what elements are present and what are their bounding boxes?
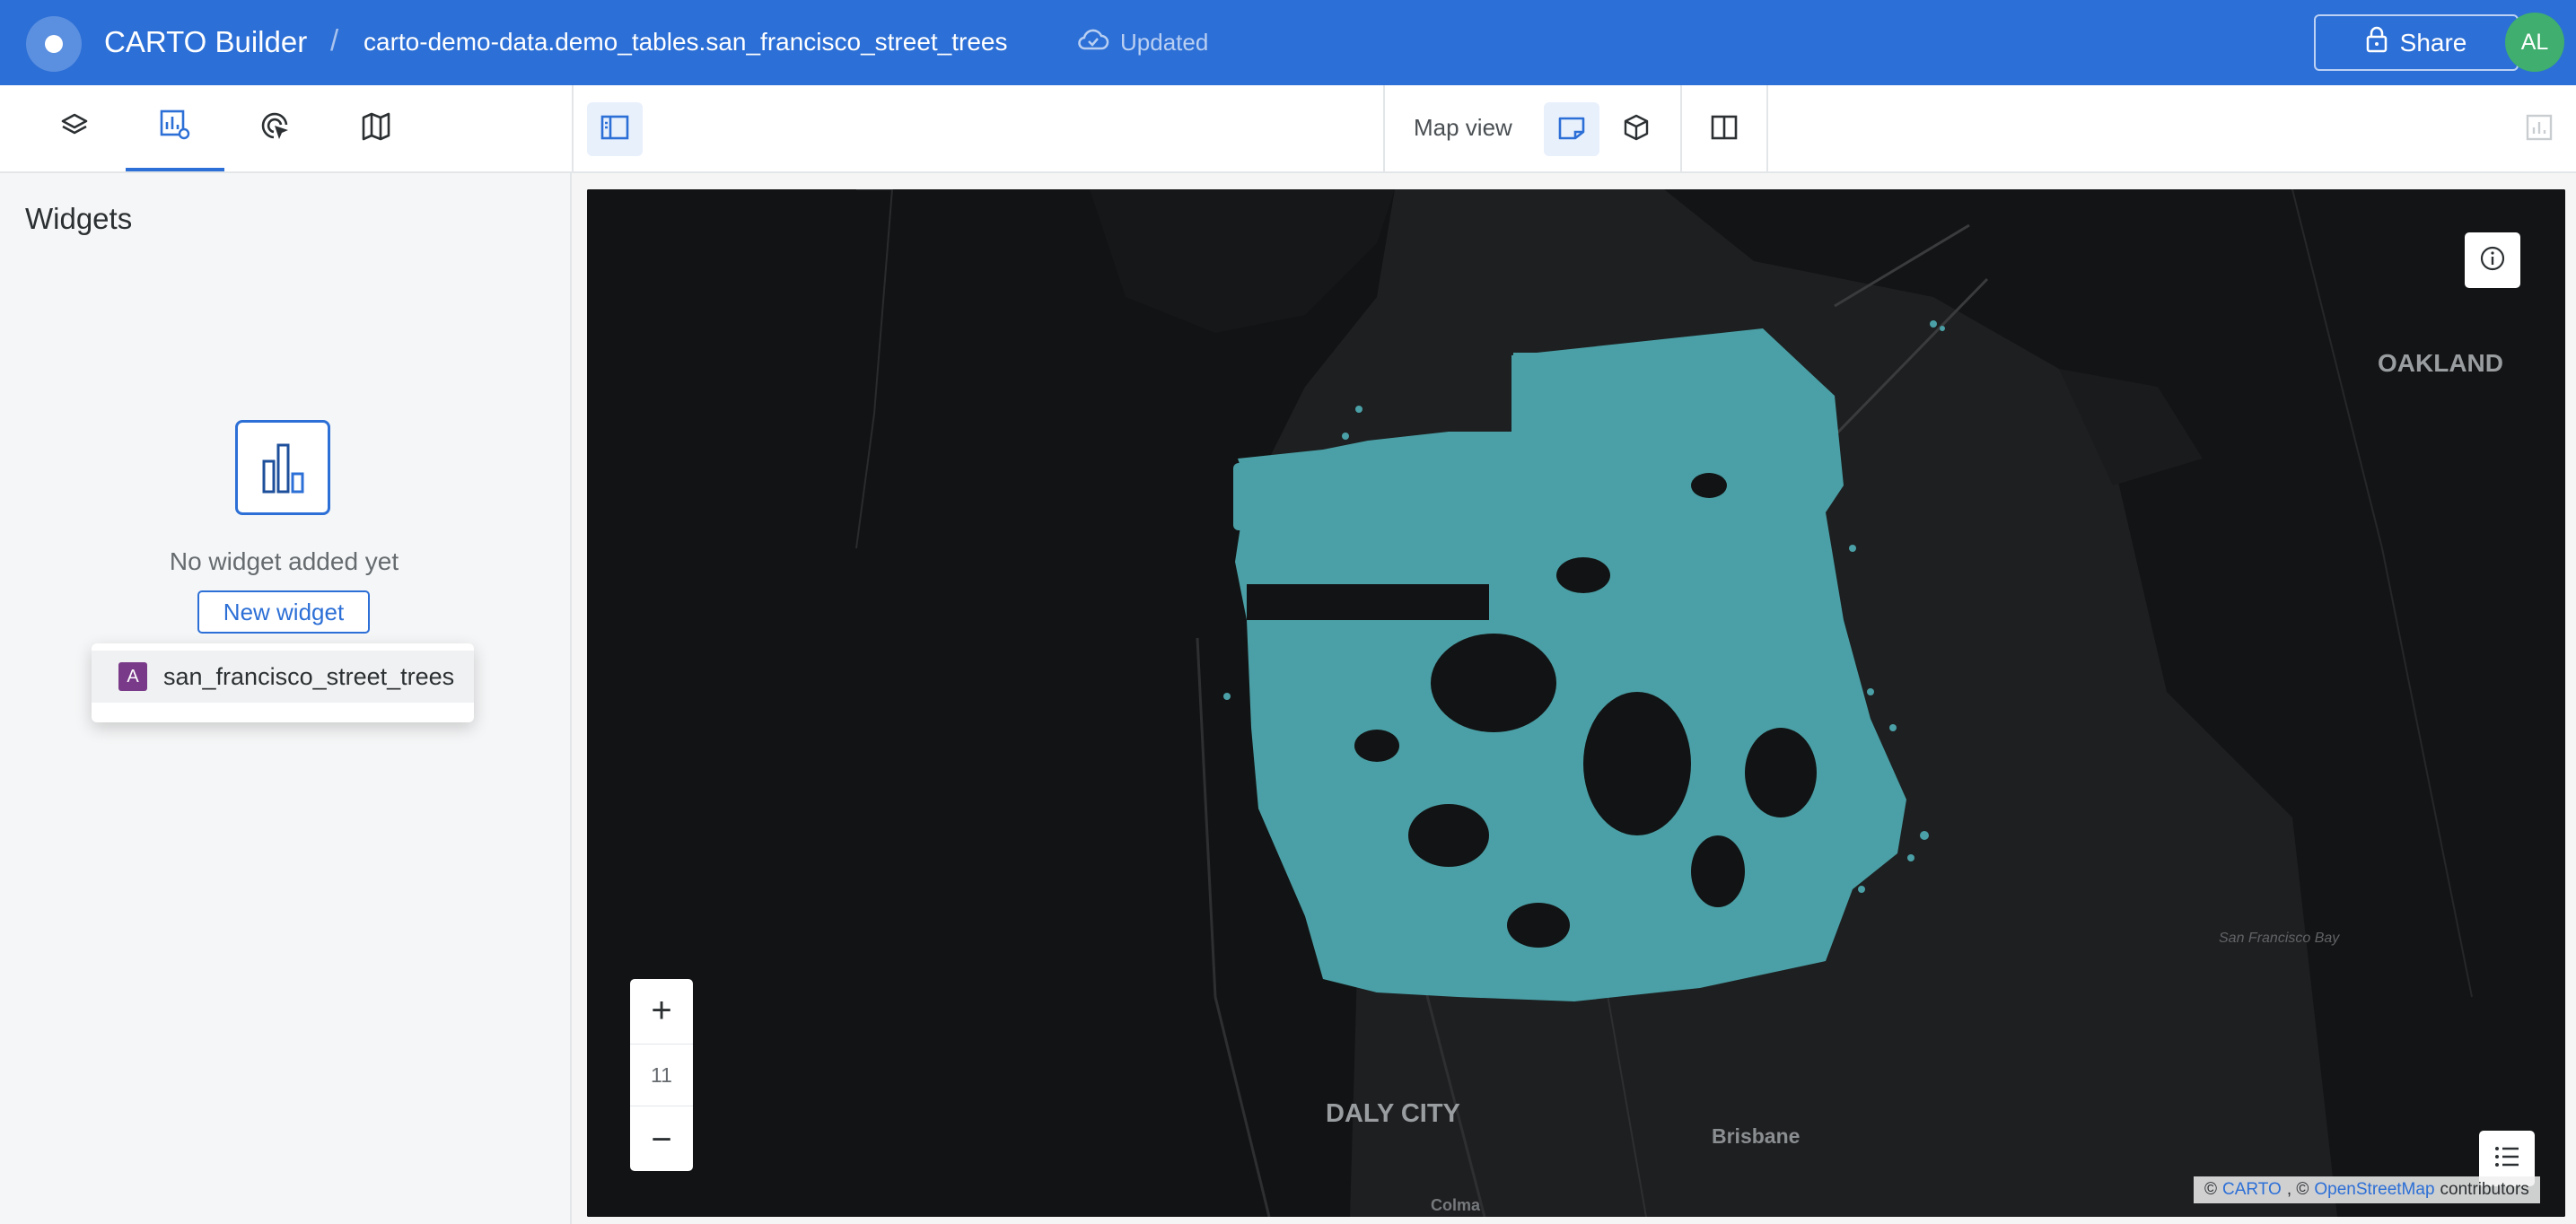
share-button[interactable]: Share	[2314, 14, 2519, 71]
map-label-daly-city: DALY CITY	[1326, 1099, 1460, 1128]
share-label: Share	[2399, 28, 2467, 57]
top-bar: CARTO Builder / carto-demo-data.demo_tab…	[0, 0, 2576, 85]
zoom-out-button[interactable]: −	[630, 1108, 693, 1171]
zoom-control: + 11 −	[630, 979, 693, 1171]
app-title: CARTO Builder	[104, 25, 308, 58]
map-label-oakland: OAKLAND	[2378, 349, 2503, 377]
map-view-label: Map view	[1414, 114, 1512, 141]
status-text: Updated	[1120, 29, 1209, 56]
widgets-panel: Widgets No widget added yet New widget A…	[0, 173, 572, 1224]
basemap-icon	[361, 111, 391, 146]
toolbar: Map view	[0, 85, 2576, 173]
tab-interactions[interactable]	[226, 85, 325, 171]
source-option[interactable]: A san_francisco_street_trees	[92, 651, 474, 703]
map-label-colma: Colma	[1431, 1196, 1481, 1214]
new-widget-button[interactable]: New widget	[197, 590, 370, 634]
carto-link[interactable]: CARTO	[2222, 1180, 2282, 1200]
empty-widgets-icon	[235, 420, 330, 515]
sidebar-icon	[600, 115, 629, 144]
cloud-check-icon	[1077, 27, 1109, 58]
source-badge: A	[118, 662, 147, 691]
tab-basemaps[interactable]	[327, 85, 425, 171]
widgets-icon	[159, 109, 191, 145]
attribution-sep: , ©	[2286, 1180, 2309, 1199]
carto-logo[interactable]	[26, 16, 82, 72]
attribution-suffix: contributors	[2440, 1180, 2529, 1199]
split-view-icon	[1710, 114, 1739, 145]
split-view-button[interactable]	[1696, 102, 1752, 156]
save-status: Updated	[1077, 27, 1208, 58]
title-separator: /	[330, 23, 339, 57]
info-icon	[2479, 245, 2506, 276]
map-info-button[interactable]	[2465, 232, 2520, 288]
list-icon	[2493, 1145, 2520, 1173]
osm-link[interactable]: OpenStreetMap	[2314, 1180, 2434, 1200]
tab-widgets[interactable]	[126, 85, 224, 171]
dataset-name[interactable]: carto-demo-data.demo_tables.san_francisc…	[364, 28, 1008, 57]
toolbar-divider	[572, 85, 574, 171]
3d-view-button[interactable]	[1608, 102, 1664, 156]
user-avatar[interactable]: AL	[2505, 13, 2564, 72]
map-canvas[interactable]: OAKLAND DALY CITY Brisbane Colma San Fra…	[587, 189, 2565, 1217]
panel-title: Widgets	[25, 202, 133, 235]
map-2d-icon	[1557, 114, 1586, 145]
2d-view-button[interactable]	[1544, 102, 1599, 156]
zoom-in-button[interactable]: +	[630, 979, 693, 1042]
basemap	[587, 189, 2565, 1217]
toolbar-divider	[1766, 85, 1768, 171]
map-label-sf-bay: San Francisco Bay	[2219, 931, 2340, 946]
source-name: san_francisco_street_trees	[163, 662, 455, 690]
panel-toggle-button[interactable]	[587, 102, 643, 156]
map-label-brisbane: Brisbane	[1712, 1124, 1801, 1148]
cube-icon	[1622, 113, 1651, 146]
tab-layers[interactable]	[25, 85, 124, 171]
lock-icon	[2366, 26, 2388, 59]
layers-icon	[59, 111, 90, 146]
empty-state-text: No widget added yet	[169, 547, 399, 575]
toolbar-divider	[1383, 85, 1385, 171]
zoom-level: 11	[630, 1044, 693, 1106]
widgets-panel-toggle[interactable]	[2511, 102, 2567, 156]
source-dropdown: A san_francisco_street_trees	[92, 643, 474, 722]
map-attribution: © CARTO , © OpenStreetMap contributors	[2194, 1176, 2540, 1203]
interactions-icon	[259, 110, 292, 147]
attribution-prefix: ©	[2204, 1180, 2217, 1199]
toolbar-divider	[1680, 85, 1682, 171]
chart-icon	[2525, 113, 2554, 146]
